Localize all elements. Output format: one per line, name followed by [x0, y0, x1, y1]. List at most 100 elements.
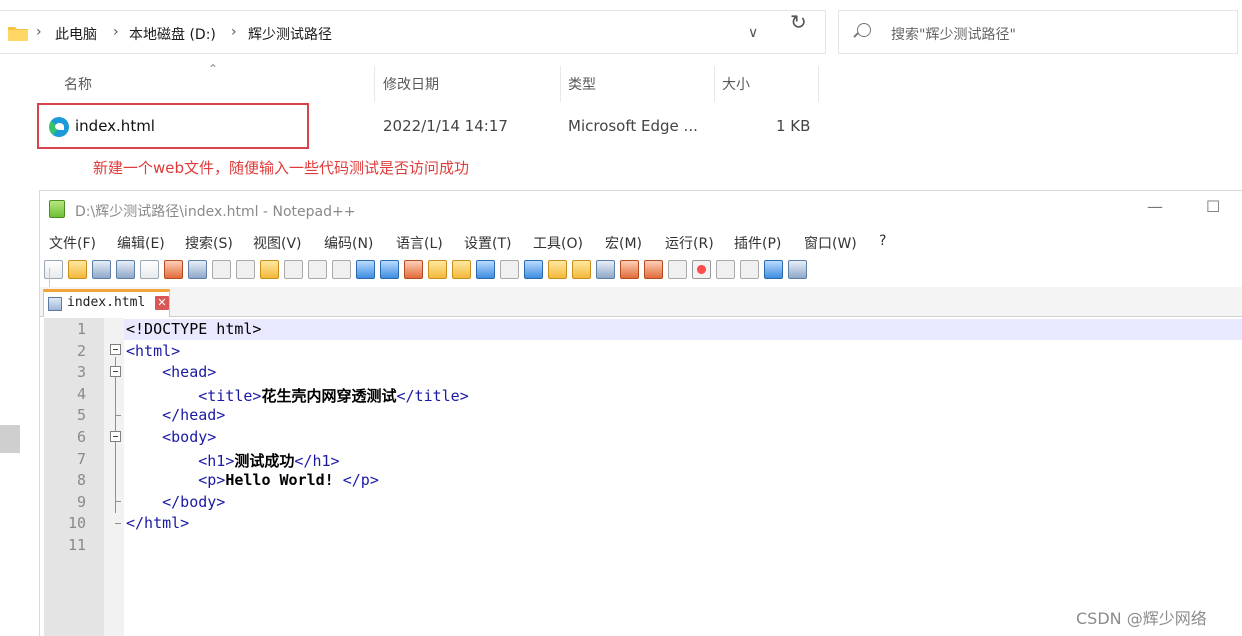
close-all-icon[interactable]: [164, 259, 183, 279]
folder-workspace-icon[interactable]: [620, 259, 639, 279]
column-divider[interactable]: [374, 66, 375, 102]
code-line: 3 <head>: [40, 362, 1242, 384]
open-file-icon[interactable]: [68, 259, 87, 279]
search-box[interactable]: 搜索"辉少测试路径": [838, 10, 1238, 54]
record-macro-icon[interactable]: [692, 259, 711, 279]
print-icon[interactable]: [188, 259, 207, 279]
menu-language[interactable]: 语言(L): [396, 233, 443, 253]
toolbar: [44, 255, 1004, 288]
code-text: <head>: [126, 363, 217, 382]
user-language-icon[interactable]: [548, 259, 567, 279]
line-number: 5: [76, 406, 86, 425]
chevron-right-icon: ›: [36, 24, 42, 40]
refresh-icon[interactable]: ↻: [790, 10, 807, 34]
column-header-row: ⌃ 名称 修改日期 类型 大小: [0, 62, 830, 102]
replace-icon[interactable]: [356, 259, 375, 279]
indent-guide-icon[interactable]: [524, 259, 543, 279]
menu-view[interactable]: 视图(V): [253, 233, 302, 253]
edge-browser-icon: [49, 117, 69, 137]
notepad-app-icon: [49, 200, 65, 218]
function-list-icon[interactable]: [596, 259, 615, 279]
menu-tools[interactable]: 工具(O): [533, 233, 583, 253]
menu-run[interactable]: 运行(R): [665, 233, 714, 253]
title-bar[interactable]: D:\辉少测试路径\index.html - Notepad++ — ☐: [40, 191, 1242, 227]
close-tab-icon[interactable]: ✕: [155, 296, 169, 310]
zoom-out-icon[interactable]: [404, 259, 423, 279]
tab-index-html[interactable]: index.html ✕: [43, 289, 170, 317]
menu-macro[interactable]: 宏(M): [605, 233, 642, 253]
html-tag: </h1>: [294, 451, 340, 470]
undo-icon[interactable]: [284, 259, 303, 279]
toolbar-separator: [49, 268, 50, 288]
column-size[interactable]: 大小: [722, 74, 750, 94]
sync-vertical-icon[interactable]: [428, 259, 447, 279]
menu-plugins[interactable]: 插件(P): [734, 233, 781, 253]
cut-icon[interactable]: [212, 259, 231, 279]
html-tag: </p>: [342, 471, 379, 490]
word-wrap-icon[interactable]: [476, 259, 495, 279]
menu-search[interactable]: 搜索(S): [185, 233, 233, 253]
maximize-button[interactable]: ☐: [1206, 197, 1220, 216]
line-number: 7: [76, 449, 86, 468]
new-file-icon[interactable]: [44, 259, 63, 279]
code-line: 6 <body>: [40, 427, 1242, 449]
menu-help[interactable]: ?: [879, 233, 886, 249]
play-macro-icon[interactable]: [740, 259, 759, 279]
breadcrumb-current-folder[interactable]: 辉少测试路径: [248, 24, 332, 44]
minimize-button[interactable]: —: [1147, 197, 1163, 216]
address-bar[interactable]: › 此电脑 › 本地磁盘 (D:) › 辉少测试路径 ∨: [0, 10, 826, 54]
column-divider[interactable]: [714, 66, 715, 102]
file-row[interactable]: index.html 2022/1/14 14:17 Microsoft Edg…: [0, 103, 830, 151]
menu-settings[interactable]: 设置(T): [464, 233, 511, 253]
sort-up-icon: ⌃: [208, 62, 219, 76]
line-number: 3: [76, 363, 86, 382]
copy-icon[interactable]: [236, 259, 255, 279]
code-text: <p>Hello World! </p>: [126, 471, 379, 489]
save-macro-icon[interactable]: [788, 259, 807, 279]
breadcrumb-this-pc[interactable]: 此电脑: [55, 24, 97, 44]
save-all-icon[interactable]: [116, 259, 135, 279]
folder-icon: [8, 27, 28, 41]
column-name[interactable]: 名称: [64, 74, 92, 94]
column-divider[interactable]: [818, 66, 819, 102]
column-modified[interactable]: 修改日期: [383, 74, 439, 94]
paste-icon[interactable]: [260, 259, 279, 279]
run-macro-multiple-icon[interactable]: [764, 259, 783, 279]
code-line: 5 </head>: [40, 405, 1242, 427]
code-line: 2 <html>: [40, 341, 1242, 363]
stop-macro-icon[interactable]: [716, 259, 735, 279]
code-editor[interactable]: 1 <!DOCTYPE html> 2 <html> 3 <head> 4 <t…: [40, 318, 1242, 636]
monitoring-icon[interactable]: [644, 259, 663, 279]
eye-icon[interactable]: [668, 259, 687, 279]
code-line: 11: [40, 535, 1242, 557]
sync-horizontal-icon[interactable]: [452, 259, 471, 279]
menu-edit[interactable]: 编辑(E): [117, 233, 165, 253]
chevron-down-icon[interactable]: ∨: [748, 25, 758, 41]
html-tag: <h1>: [126, 451, 235, 470]
column-type[interactable]: 类型: [568, 74, 596, 94]
close-file-icon[interactable]: [140, 259, 159, 279]
document-map-icon[interactable]: [572, 259, 591, 279]
file-name[interactable]: index.html: [75, 117, 155, 135]
find-icon[interactable]: [332, 259, 351, 279]
code-text: <body>: [126, 428, 217, 446]
menu-file[interactable]: 文件(F): [49, 233, 96, 253]
breadcrumb-drive-d[interactable]: 本地磁盘 (D:): [129, 24, 216, 44]
html-text: Hello World!: [225, 471, 343, 490]
column-divider[interactable]: [560, 66, 561, 102]
menu-encoding[interactable]: 编码(N): [324, 233, 373, 253]
line-number: 4: [76, 384, 86, 403]
menu-window[interactable]: 窗口(W): [804, 233, 857, 253]
html-tag: <title>: [126, 386, 262, 405]
zoom-in-icon[interactable]: [380, 259, 399, 279]
tab-bar: index.html ✕: [40, 287, 1242, 317]
code-text: <html>: [126, 341, 181, 360]
file-explorer: › 此电脑 › 本地磁盘 (D:) › 辉少测试路径 ∨ ↻ 搜索"辉少测试路径…: [0, 0, 1242, 190]
code-text: </body>: [126, 492, 226, 511]
save-icon[interactable]: [92, 259, 111, 279]
redo-icon[interactable]: [308, 259, 327, 279]
html-tag: <p>: [126, 471, 226, 490]
show-all-chars-icon[interactable]: [500, 259, 519, 279]
line-number: 1: [76, 320, 86, 338]
code-line: 9 </body>: [40, 492, 1242, 514]
